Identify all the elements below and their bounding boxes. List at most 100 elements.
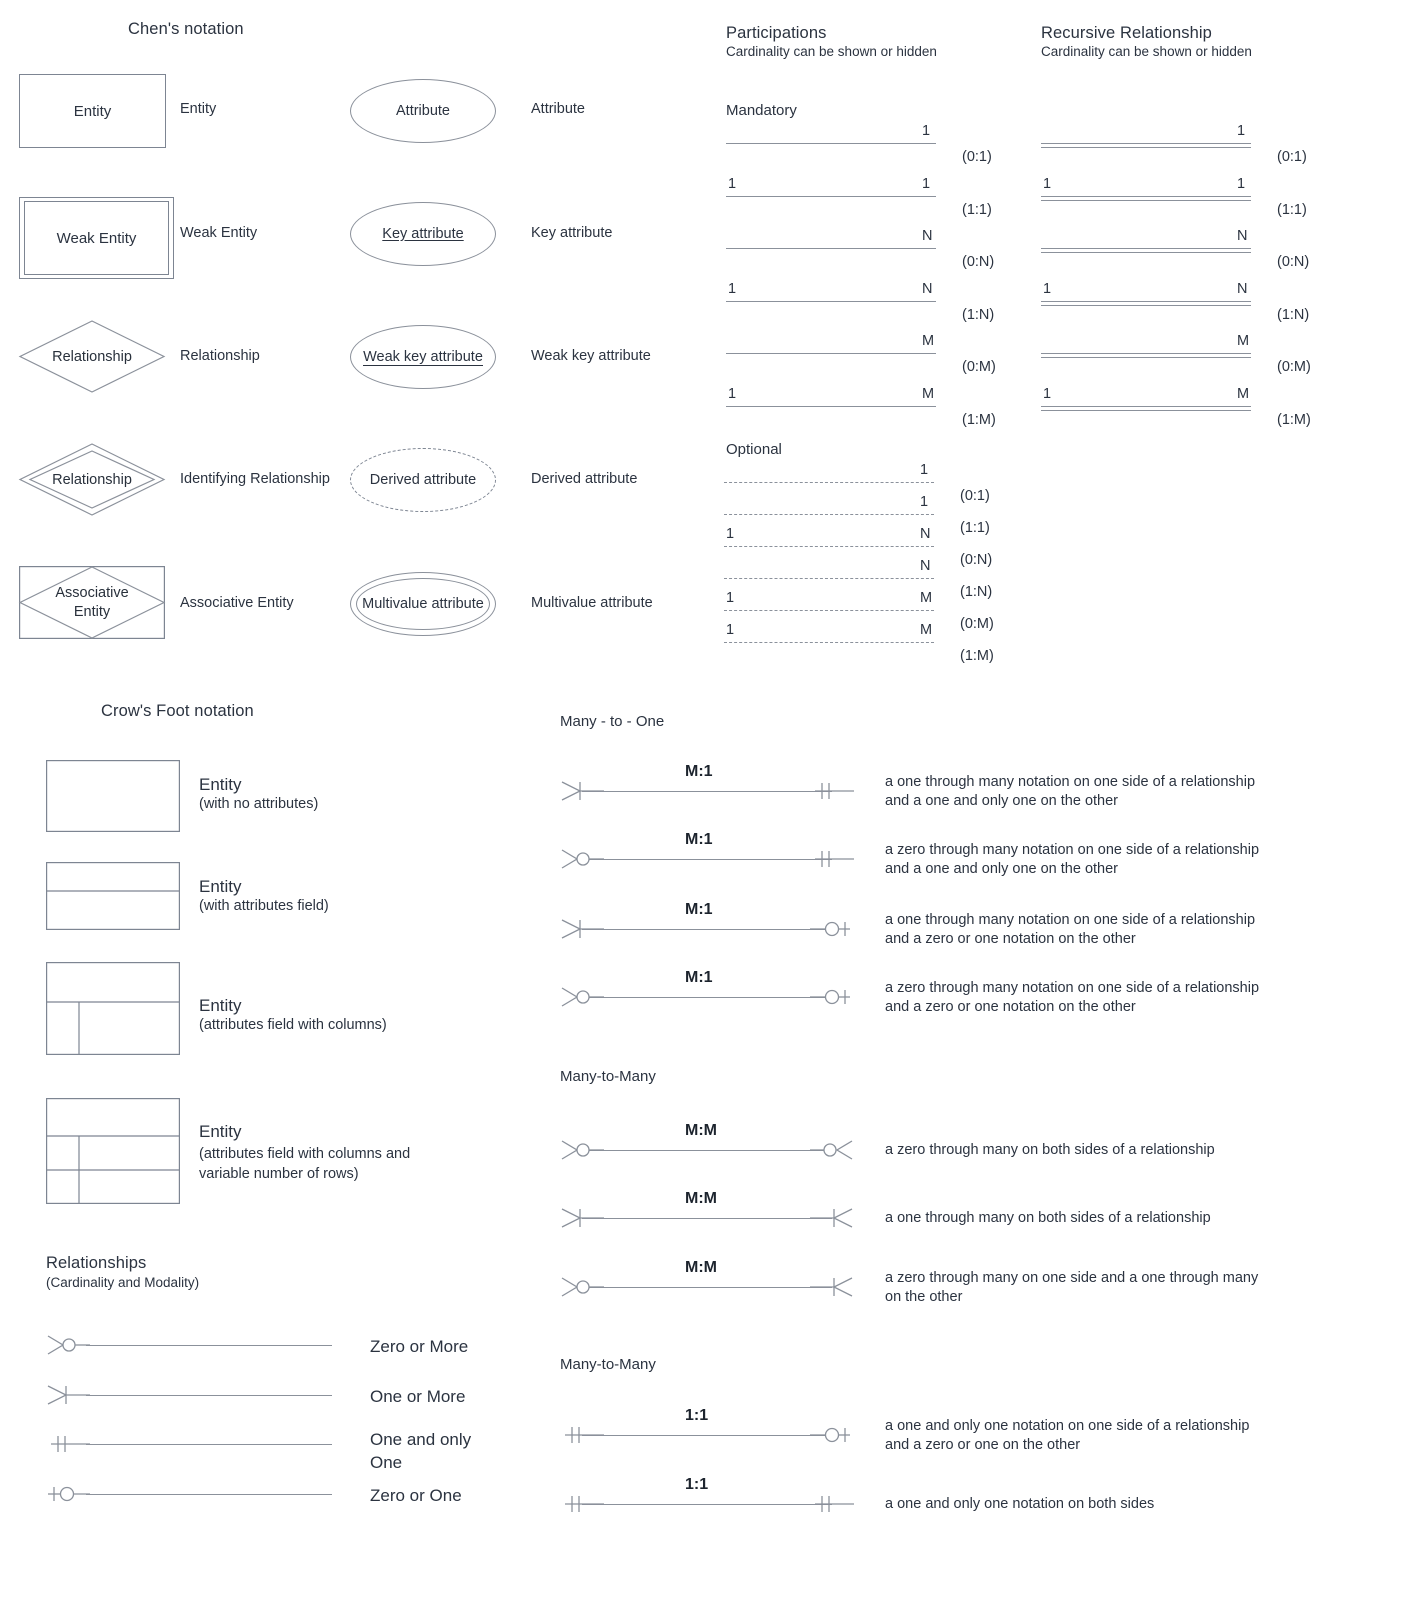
chen-attr-weak-key-attribute: Weak key attribute <box>350 325 496 389</box>
crowsfoot-symbol-bar-crowfoot <box>810 1274 854 1300</box>
cardinality-pair: (1:N) <box>1277 306 1310 323</box>
chen-attr-derived-attribute-text: Derived attribute <box>369 472 477 488</box>
cardinality-label: M:1 <box>685 763 713 780</box>
crowsfoot-symbol-circle-crowfoot <box>810 1137 854 1163</box>
one-to-one-title: Many-to-Many <box>560 1356 656 1373</box>
crowsfoot-symbol-crowfoot-circle <box>560 984 604 1010</box>
cardinality-label: M:M <box>685 1259 717 1276</box>
relationship-line <box>582 1435 832 1437</box>
cardinality-right: N <box>1237 228 1248 244</box>
participation-line-solid <box>726 300 936 302</box>
cardinality-pair: (1:M) <box>962 411 996 428</box>
crowsfoot-symbol-double-bar <box>810 778 854 804</box>
relationship-line <box>86 1444 332 1446</box>
cardinality-label: M:M <box>685 1190 717 1207</box>
relationship-description: a zero through many on one side and a on… <box>885 1270 1259 1305</box>
crowsfoot-entity-box-3 <box>46 962 181 1056</box>
relationship-line <box>582 1504 832 1506</box>
crowsfoot-entity-label-1: Entity <box>199 775 242 794</box>
chen-label-derived-attribute: Derived attribute <box>531 471 638 487</box>
recursive-subtitle: Cardinality can be shown or hidden <box>1041 44 1252 59</box>
crowsfoot-symbol-crowfoot-circle <box>560 1274 604 1300</box>
relationship-line <box>582 1287 832 1289</box>
relationships-title: Relationships <box>46 1254 147 1272</box>
cardinality-left: 1 <box>1043 175 1052 192</box>
chen-shape-entity: Entity <box>19 74 166 148</box>
chen-attr-attribute: Attribute <box>350 79 496 143</box>
crowsfoot-entity-box-1 <box>46 760 181 833</box>
cardinality-right: M <box>922 333 935 349</box>
chen-label-multivalue-attribute: Multivalue attribute <box>531 595 653 611</box>
cardinality-right: 1 <box>1237 123 1246 139</box>
chen-shape-relationship: Relationship <box>18 320 166 393</box>
recursive-line-double <box>1041 353 1251 358</box>
cardinality-pair: (0:M) <box>1277 359 1311 375</box>
recursive-title: Recursive Relationship <box>1041 24 1212 42</box>
crowsfoot-entity-box-4 <box>46 1098 181 1205</box>
cardinality-right: M <box>1237 333 1250 349</box>
relationship-line <box>582 929 832 931</box>
cardinality-right: M <box>1237 385 1250 402</box>
cardinality-pair: (1:1) <box>962 201 992 218</box>
chen-attr-multivalue-attribute-text: Multivalue attribute <box>362 596 484 612</box>
crowsfoot-symbol-bar-circle <box>46 1481 90 1507</box>
relationship-line <box>582 997 832 999</box>
recursive-line-double <box>1041 195 1251 201</box>
participation-line-dashed <box>724 578 934 579</box>
crowsfoot-symbol-double-bar <box>810 846 854 872</box>
cardinality-label: 1:1 <box>685 1476 709 1493</box>
relationship-description: a one through many notation on one side … <box>885 912 1256 947</box>
recursive-line-double <box>1041 300 1251 306</box>
cardinality-right: 1 <box>922 123 931 139</box>
crowsfoot-symbol-crowfoot-bar <box>560 916 604 942</box>
chen-label-relationship: Relationship <box>180 348 260 364</box>
chen-shape-relationship-text: Relationship <box>52 348 132 365</box>
chen-shape-identifying-relationship-text: Relationship <box>52 471 132 488</box>
participation-line-solid <box>726 143 936 145</box>
participations-mandatory-label: Mandatory <box>726 102 797 119</box>
crowsfoot-symbol-circle-bar <box>810 1422 854 1448</box>
participations-title: Participations <box>726 24 827 42</box>
cardinality-pair: (0:1) <box>962 149 992 165</box>
cardinality-pair: (0:1) <box>960 488 990 504</box>
chen-label-identifying-relationship: Identifying Relationship <box>180 471 330 487</box>
cardinality-pair: (0:M) <box>962 359 996 375</box>
chen-label-key-attribute: Key attribute <box>531 225 613 241</box>
cardinality-right: 1 <box>1237 175 1246 192</box>
cardinality-label: M:1 <box>685 901 713 918</box>
cardinality-pair: (1:M) <box>1277 411 1311 428</box>
cardinality-label: M:M <box>685 1122 717 1139</box>
cardinality-pair: (0:N) <box>962 254 995 270</box>
participation-line-dashed <box>724 610 934 611</box>
cardinality-pair: (1:1) <box>1277 201 1307 218</box>
relationship-line <box>582 1150 832 1152</box>
chen-shape-weak-entity: Weak Entity <box>19 197 174 279</box>
participation-line-solid <box>726 195 936 197</box>
cardinality-label: M:1 <box>685 831 713 848</box>
chen-shape-associative-entity: Associative Entity <box>18 566 166 640</box>
cardinality-pair: (0:M) <box>960 616 994 632</box>
relationship-line <box>86 1395 332 1397</box>
relationships-subtitle: (Cardinality and Modality) <box>46 1275 200 1290</box>
cardinality-left: 1 <box>726 526 735 542</box>
crowsfoot-entity-note-2: (with attributes field) <box>199 898 329 914</box>
chen-shape-weak-entity-text: Weak Entity <box>56 229 137 247</box>
chen-shape-identifying-relationship: Relationship <box>18 443 166 516</box>
many-to-many-title: Many-to-Many <box>560 1068 656 1085</box>
crowsfoot-symbol-crowfoot-bar <box>560 1205 604 1231</box>
cardinality-right: M <box>920 622 933 638</box>
cardinality-pair: (1:1) <box>960 520 990 536</box>
crowsfoot-symbol-double-bar <box>46 1431 90 1457</box>
chen-shape-associative-entity-text: Associative Entity <box>55 584 129 620</box>
cardinality-right: N <box>920 558 931 574</box>
cardinality-pair: (1:M) <box>960 648 994 664</box>
cardinality-label: M:1 <box>685 969 713 986</box>
crowsfoot-symbol-bar-crowfoot <box>810 1205 854 1231</box>
cardinality-pair: (1:N) <box>960 584 993 600</box>
cardinality-left: 1 <box>728 280 737 297</box>
cardinality-right: N <box>922 280 933 297</box>
cardinality-left: 1 <box>1043 385 1052 402</box>
relationship-line <box>86 1494 332 1496</box>
participation-line-dashed <box>724 514 934 515</box>
cardinality-left: 1 <box>726 590 735 606</box>
